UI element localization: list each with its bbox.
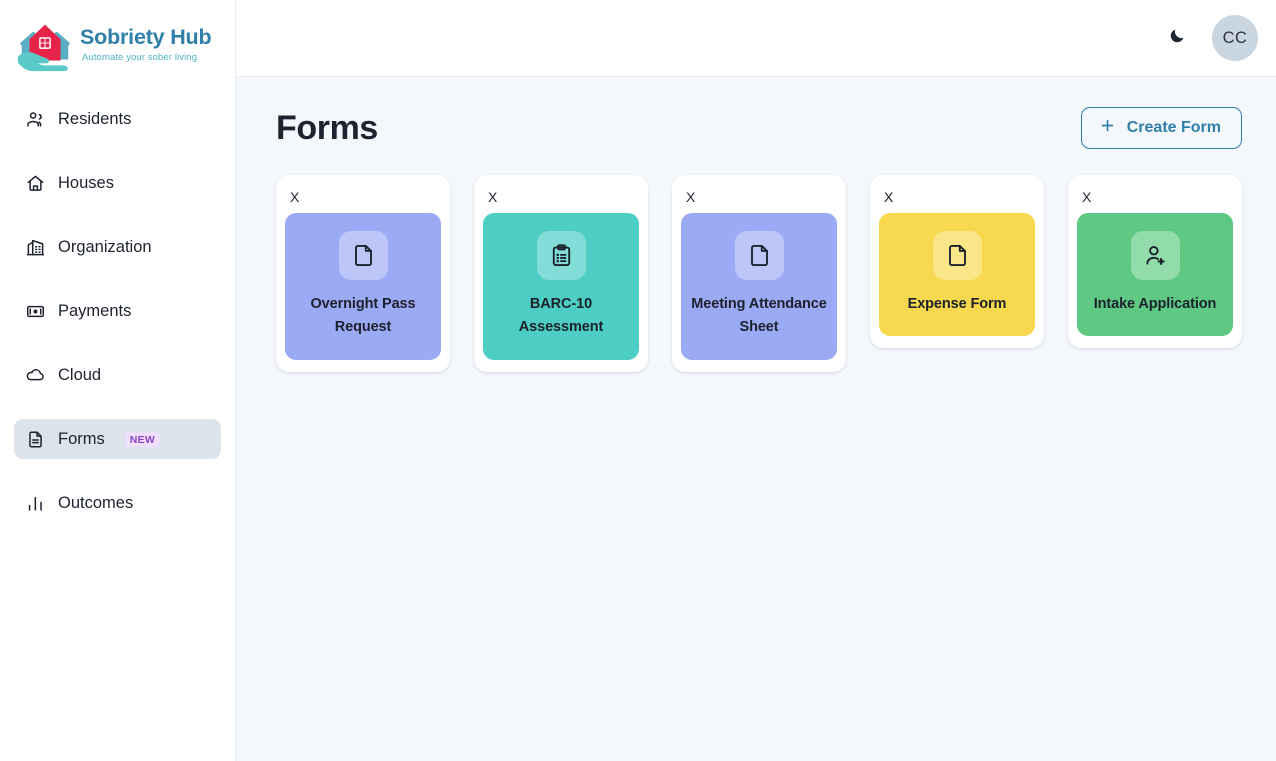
users-icon xyxy=(26,110,45,129)
form-name: BARC-10 Assessment xyxy=(518,296,604,336)
document-icon xyxy=(734,231,784,280)
sidebar-item-label: Forms xyxy=(58,429,105,448)
close-icon[interactable]: X xyxy=(879,184,901,213)
sidebar: Sobriety Hub Automate your sober living … xyxy=(0,0,236,761)
form-tile[interactable]: Expense Form xyxy=(879,213,1035,337)
document-icon xyxy=(932,231,982,280)
card-icon xyxy=(26,302,45,321)
bar-chart-icon xyxy=(26,494,45,513)
form-card[interactable]: X Intake Application xyxy=(1068,175,1242,349)
close-icon[interactable]: X xyxy=(681,184,703,213)
close-icon[interactable]: X xyxy=(1077,184,1099,213)
user-plus-icon xyxy=(1130,231,1180,280)
brand-title: Sobriety Hub xyxy=(80,25,212,50)
sidebar-item-label: Houses xyxy=(58,173,114,192)
form-tile[interactable]: Meeting Attendance Sheet xyxy=(681,213,837,360)
sidebar-item-label: Payments xyxy=(58,301,132,320)
form-name: Overnight Pass Request xyxy=(310,296,416,336)
sidebar-item-residents[interactable]: Residents xyxy=(14,99,221,139)
sidebar-item-label: Residents xyxy=(58,109,132,128)
building-icon xyxy=(26,238,45,257)
moon-icon xyxy=(1168,27,1186,50)
content-area: Forms Create Form X Overnight Pass Reque… xyxy=(236,77,1276,761)
sidebar-item-cloud[interactable]: Cloud xyxy=(14,355,221,395)
form-tile[interactable]: BARC-10 Assessment xyxy=(483,213,639,360)
hand-holding-houses-logo xyxy=(14,14,76,76)
theme-toggle-button[interactable] xyxy=(1160,21,1194,55)
sidebar-nav: Residents Houses Organization Payments C… xyxy=(0,99,235,547)
create-form-button[interactable]: Create Form xyxy=(1080,107,1242,149)
create-form-label: Create Form xyxy=(1126,119,1221,136)
main-region: CC Forms Create Form X Overnight Pass Re… xyxy=(236,0,1276,761)
home-icon xyxy=(26,174,45,193)
sidebar-item-payments[interactable]: Payments xyxy=(14,291,221,331)
page-title: Forms xyxy=(276,108,378,147)
form-card[interactable]: X Expense Form xyxy=(870,175,1044,349)
app-root: Sobriety Hub Automate your sober living … xyxy=(0,0,1276,761)
document-icon xyxy=(338,231,388,280)
sidebar-item-forms[interactable]: Forms NEW xyxy=(14,419,221,459)
sidebar-item-label: Cloud xyxy=(58,365,102,384)
avatar-initials: CC xyxy=(1222,28,1248,47)
form-name: Expense Form xyxy=(907,296,1007,312)
topbar: CC xyxy=(236,0,1276,77)
page-header: Forms Create Form xyxy=(276,107,1242,149)
form-card[interactable]: X BARC-10 Assessment xyxy=(474,175,648,372)
file-text-icon xyxy=(26,430,45,449)
sidebar-item-organization[interactable]: Organization xyxy=(14,227,221,267)
avatar[interactable]: CC xyxy=(1212,15,1258,61)
form-card[interactable]: X Overnight Pass Request xyxy=(276,175,450,372)
form-name: Meeting Attendance Sheet xyxy=(691,296,827,336)
form-tile[interactable]: Overnight Pass Request xyxy=(285,213,441,360)
brand-tagline: Automate your sober living xyxy=(82,51,198,63)
brand-logo[interactable]: Sobriety Hub Automate your sober living xyxy=(0,0,235,77)
clipboard-list-icon xyxy=(536,231,586,280)
close-icon[interactable]: X xyxy=(285,184,307,213)
close-icon[interactable]: X xyxy=(483,184,505,213)
sidebar-item-label: Organization xyxy=(58,237,152,256)
sidebar-item-label: Outcomes xyxy=(58,493,134,512)
cloud-icon xyxy=(26,366,45,385)
form-tile[interactable]: Intake Application xyxy=(1077,213,1233,337)
sidebar-item-houses[interactable]: Houses xyxy=(14,163,221,203)
plus-icon xyxy=(1099,117,1116,139)
form-card[interactable]: X Meeting Attendance Sheet xyxy=(672,175,846,372)
form-name: Intake Application xyxy=(1093,296,1217,312)
sidebar-item-outcomes[interactable]: Outcomes xyxy=(14,483,221,523)
status-badge: NEW xyxy=(124,431,161,447)
forms-grid: X Overnight Pass Request X BARC-10 Asses… xyxy=(276,175,1242,372)
